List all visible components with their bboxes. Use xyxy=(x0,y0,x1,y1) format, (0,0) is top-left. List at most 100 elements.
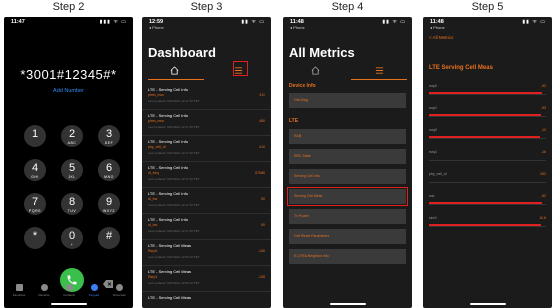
dashboard-row[interactable]: LTE - Serving Cell Info dl_bw Last updated… xyxy=(142,188,271,214)
tab-label: Favorites xyxy=(12,293,26,297)
key-digit: 2 xyxy=(68,128,76,140)
status-icons: ▮▮ ᯤ ▭ xyxy=(522,19,546,25)
step-2-panel: Step 2 11:47 ▮▮▮ ᯤ ▭ *3001#12345#* Add N… xyxy=(4,0,133,308)
row-metric: plmn_mcc xyxy=(148,93,164,97)
status-bar: 11:48 ◂ Phone ▮▮ ᯤ ▭ xyxy=(430,19,546,30)
keypad-key[interactable]: 2 ABC xyxy=(61,125,83,147)
dashboard-row[interactable]: LTE - Serving Cell Meas Rsrp1 Last updated… xyxy=(142,266,271,292)
key-letters: JKL xyxy=(68,175,76,179)
keypad-key[interactable]: 5 JKL xyxy=(61,159,83,181)
metric-item-label: Ota Diag xyxy=(294,98,308,102)
metric-item[interactable]: Tx Power xyxy=(289,209,406,224)
metric-item[interactable]: Serving Cell Info xyxy=(289,169,406,184)
row-updated: Last updated: 6/02/2021 12:59:10 PDT xyxy=(148,255,200,259)
dashboard-row[interactable]: LTE - Serving Cell Meas xyxy=(142,292,271,308)
key-letters: MNO xyxy=(104,175,114,179)
delete-button[interactable] xyxy=(103,275,113,288)
step-label: Step 3 xyxy=(190,1,223,13)
key-letters: WXYZ xyxy=(102,209,116,213)
add-number-link[interactable]: Add Number xyxy=(4,88,133,94)
key-letters: PQRS xyxy=(29,209,41,213)
row-value: 50 xyxy=(261,223,265,227)
tab-home[interactable] xyxy=(283,63,347,79)
status-bar: 11:47 ▮▮▮ ᯤ ▭ xyxy=(11,19,127,29)
keypad-key[interactable]: 1 xyxy=(24,125,46,147)
row-metric: phy_cell_id xyxy=(148,145,166,149)
back-to-phone[interactable]: ◂ Phone xyxy=(290,25,305,30)
measurement-row: sinr0 10.6 xyxy=(429,211,546,227)
keypad-key[interactable]: 9 WXYZ xyxy=(98,193,120,215)
star-icon xyxy=(15,284,23,291)
metric-item[interactable]: E-UTRA Neighbor Info xyxy=(289,249,406,264)
measurement-name: rsrp0 xyxy=(429,84,437,88)
phone-serving-cell-meas-screen: 11:48 ◂ Phone ▮▮ ᯤ ▭ < All Metrics LTE S… xyxy=(423,17,552,308)
step-4-panel: Step 4 11:48 ◂ Phone ▮▮ ᯤ ▭ All Metrics … xyxy=(283,0,412,308)
home-icon xyxy=(311,66,320,75)
key-digit: 6 xyxy=(105,162,113,174)
home-indicator xyxy=(329,303,366,305)
metric-item-label: Serving Cell Info xyxy=(294,174,320,178)
metric-item[interactable]: Ota Diag xyxy=(289,93,406,108)
row-title: LTE - Serving Cell Info xyxy=(148,165,188,170)
tab-voicemail[interactable]: Voicemail xyxy=(106,284,132,297)
tab-favorites[interactable]: Favorites xyxy=(6,284,32,297)
dashboard-row[interactable]: LTE - Serving Cell Info plmn_mcc Last upda… xyxy=(142,84,271,110)
keypad-key[interactable]: 3 DEF xyxy=(98,125,120,147)
tab-bar: Favorites Recents Contacts Keypad Voicemail xyxy=(4,284,133,302)
key-digit: 7 xyxy=(31,196,39,208)
home-indicator xyxy=(469,303,506,305)
dashboard-row[interactable]: LTE - Serving Cell Meas Rsrp0 Last updated… xyxy=(142,240,271,266)
metric-item[interactable]: RRC State xyxy=(289,149,406,164)
back-to-phone[interactable]: ◂ Phone xyxy=(430,25,445,30)
key-digit: 5 xyxy=(68,162,76,174)
measurement-row: rsrp1 -93 xyxy=(429,101,546,117)
back-all-metrics-link[interactable]: < All Metrics xyxy=(429,35,453,40)
keypad-key[interactable]: 8 TUV xyxy=(61,193,83,215)
tab-label: Voicemail xyxy=(112,293,126,297)
measurement-value: -93 xyxy=(540,106,546,110)
measurement-value: -62 xyxy=(540,194,546,198)
home-icon xyxy=(170,66,179,75)
tab-home[interactable] xyxy=(142,63,206,79)
row-value: 50 xyxy=(261,197,265,201)
tab-label: Contacts xyxy=(63,293,75,297)
row-value: -108 xyxy=(257,275,265,279)
active-tab-underline xyxy=(351,78,407,80)
keypad-key[interactable]: * xyxy=(24,227,46,249)
step-3-panel: Step 3 12:59 ◂ Phone ▮▮ ᯤ ▭ Dashboard LT… xyxy=(142,0,271,308)
keypad-key[interactable]: 7 PQRS xyxy=(24,193,46,215)
measurement-bar xyxy=(429,223,542,226)
keypad-key[interactable]: 0 + xyxy=(61,227,83,249)
metric-item[interactable]: Cell Reset Parameters xyxy=(289,229,406,244)
keypad-key[interactable]: # xyxy=(98,227,120,249)
status-icons: ▮▮ ᯤ ▭ xyxy=(241,19,265,25)
list-icon-highlight xyxy=(233,61,248,76)
tab-list[interactable] xyxy=(347,63,412,79)
metric-item-label: E-UTRA Neighbor Info xyxy=(294,254,329,258)
key-letters: GHI xyxy=(31,175,39,179)
dashboard-row[interactable]: LTE - Serving Cell Info plmn_mnc Last upda… xyxy=(142,110,271,136)
back-to-phone[interactable]: ◂ Phone xyxy=(149,25,164,30)
row-title: LTE - Serving Cell Info xyxy=(148,217,188,222)
dashboard-row[interactable]: LTE - Serving Cell Info phy_cell_id Last u… xyxy=(142,136,271,162)
key-digit: 8 xyxy=(68,196,76,208)
keypad-key[interactable]: 4 GHI xyxy=(24,159,46,181)
dashboard-row[interactable]: LTE - Serving Cell Info dl_freq Last updat… xyxy=(142,162,271,188)
status-bar: 11:48 ◂ Phone ▮▮ ᯤ ▭ xyxy=(290,19,406,30)
phone-all-metrics-screen: 11:48 ◂ Phone ▮▮ ᯤ ▭ All Metrics Device … xyxy=(283,17,412,308)
keypad-key[interactable]: 6 MNO xyxy=(98,159,120,181)
contacts-icon xyxy=(65,284,73,291)
row-title: LTE - Serving Cell Meas xyxy=(148,295,192,300)
tab-contacts[interactable]: Contacts xyxy=(56,284,82,297)
tab-keypad[interactable]: Keypad xyxy=(81,284,107,297)
dashboard-row[interactable]: LTE - Serving Cell Info ul_bw Last updated… xyxy=(142,214,271,240)
view-toggle xyxy=(283,63,412,80)
status-icons: ▮▮▮ ᯤ ▭ xyxy=(99,19,127,25)
tab-recents[interactable]: Recents xyxy=(31,284,57,297)
row-value: 480 xyxy=(259,119,265,123)
section-device-info: Device Info xyxy=(289,83,316,89)
tab-label: Recents xyxy=(38,293,50,297)
home-indicator xyxy=(50,303,87,305)
row-updated: Last updated: 6/02/2021 12:47:36 PDT xyxy=(148,125,200,129)
metric-item[interactable]: RAB xyxy=(289,129,406,144)
